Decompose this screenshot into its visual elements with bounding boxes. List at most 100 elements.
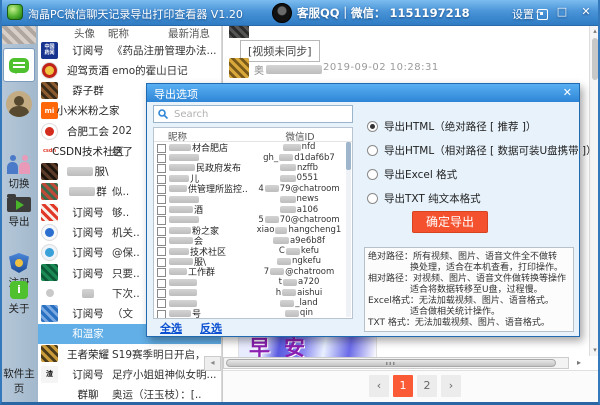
redacted-text bbox=[279, 174, 296, 182]
export-option-3[interactable]: 导出Excel 格式 bbox=[367, 167, 457, 182]
invert-selection-link[interactable]: 反选 bbox=[200, 320, 222, 336]
about-label: 关于 bbox=[8, 303, 30, 315]
contact-row[interactable]: 群聊 奥运（汪玉枝）：[.. bbox=[38, 385, 221, 405]
dialog-close-button[interactable]: ✕ bbox=[563, 86, 572, 99]
page-next-button[interactable]: › bbox=[441, 375, 461, 397]
export-table-row[interactable]: 供管理所监控.. 4 79@chatroom bbox=[154, 184, 352, 195]
export-table-row[interactable]: 工作群 7 @chatroom bbox=[154, 266, 352, 278]
sidebar-item-export[interactable]: 导出 bbox=[0, 194, 38, 229]
row-checkbox[interactable] bbox=[157, 143, 166, 153]
row-wechat-id: xiao hangcheng1 bbox=[256, 225, 342, 236]
dialog-header[interactable]: 导出选项 ✕ bbox=[147, 84, 579, 102]
redacted-text bbox=[279, 154, 294, 162]
minimize-button[interactable]: – bbox=[530, 5, 546, 19]
row-checkbox[interactable] bbox=[157, 299, 166, 309]
row-checkbox[interactable] bbox=[157, 226, 166, 236]
list-scroll-arrow[interactable]: ◂ bbox=[204, 356, 221, 371]
scroll-up-icon[interactable]: ▴ bbox=[590, 27, 600, 35]
contact-row[interactable]: 中国药闻 订阅号 《药品注册管理办法... bbox=[38, 40, 221, 60]
export-contacts-table: 昵称 微信ID 材合肥店 nfd gh_ d1daf6b7 民政府发布 nzffb 儿 055… bbox=[153, 127, 353, 319]
row-wechat-id: 7 @chatroom bbox=[263, 266, 335, 277]
table-scrollbar[interactable] bbox=[346, 142, 351, 317]
redacted-text bbox=[169, 257, 193, 265]
radio-icon[interactable] bbox=[367, 169, 378, 180]
row-nickname: 号 bbox=[169, 307, 251, 318]
redacted-text bbox=[169, 247, 189, 255]
row-checkbox[interactable] bbox=[157, 195, 166, 205]
row-checkbox[interactable] bbox=[157, 237, 166, 247]
wechat-chat-icon bbox=[9, 57, 29, 74]
contact-row[interactable]: 王者荣耀 S19赛季明日开启，... bbox=[38, 344, 221, 364]
row-checkbox[interactable] bbox=[157, 174, 166, 184]
row-checkbox[interactable] bbox=[157, 288, 166, 298]
sidebar-item-switch[interactable]: 切换 bbox=[0, 155, 38, 191]
select-all-link[interactable]: 全选 bbox=[160, 320, 182, 336]
column-latest-message: 最新消息 bbox=[168, 28, 210, 40]
row-checkbox[interactable] bbox=[157, 257, 166, 267]
vertical-scrollbar[interactable]: ▴ ▾ bbox=[589, 25, 600, 356]
contact-name: 订阅号 bbox=[72, 267, 104, 280]
contact-row[interactable]: 迎驾贡酒 emo的霍山日记 bbox=[38, 60, 221, 80]
page-1-button[interactable]: 1 bbox=[393, 375, 413, 397]
horizontal-scrollbar[interactable] bbox=[223, 357, 569, 369]
contact-name: 服\ bbox=[56, 164, 120, 179]
search-box[interactable] bbox=[153, 105, 353, 123]
redacted-text bbox=[169, 143, 191, 151]
search-input[interactable] bbox=[172, 107, 348, 121]
sidebar-item-contacts[interactable] bbox=[6, 91, 32, 117]
row-checkbox[interactable] bbox=[157, 278, 166, 288]
row-wechat-id: qin bbox=[251, 308, 347, 318]
row-checkbox[interactable] bbox=[157, 153, 166, 163]
row-checkbox[interactable] bbox=[157, 247, 166, 257]
table-rows: 材合肥店 nfd gh_ d1daf6b7 民政府发布 nzffb 儿 0551 供管理所监控.… bbox=[154, 142, 352, 318]
redacted-text bbox=[169, 268, 187, 276]
row-checkbox[interactable] bbox=[157, 185, 166, 195]
support-contact: 客服QQ｜微信： 1151197218 bbox=[272, 3, 470, 23]
redacted-text bbox=[279, 164, 296, 172]
radio-icon[interactable] bbox=[367, 145, 378, 156]
confirm-export-button[interactable]: 确定导出 bbox=[412, 211, 488, 233]
redacted-text bbox=[276, 257, 291, 265]
contact-name: 小米米粉之家 bbox=[56, 105, 120, 118]
scrollbar-thumb[interactable] bbox=[592, 38, 598, 80]
export-option-2[interactable]: 导出HTML（相对路径 [ 数据可装U盘携带 ]） bbox=[367, 143, 597, 158]
export-table-row[interactable]: 号 qin bbox=[154, 308, 352, 318]
export-table-row[interactable]: 材合肥店 nfd bbox=[154, 142, 352, 154]
row-wechat-id: Ckefu bbox=[278, 246, 320, 257]
sidebar-item-wechat[interactable] bbox=[3, 48, 35, 82]
option-label: 导出Excel 格式 bbox=[384, 169, 458, 181]
note-line: 适合将数据转移至U盘，过程慢。 bbox=[410, 285, 543, 295]
redacted-text bbox=[284, 309, 299, 317]
row-checkbox[interactable] bbox=[157, 216, 166, 226]
avatar bbox=[229, 25, 249, 38]
scrollbar-thumb[interactable] bbox=[226, 359, 556, 367]
close-button[interactable]: ✕ bbox=[578, 5, 594, 19]
sidebar: 切换 导出 注册 i 关于 软件主页 bbox=[0, 25, 38, 405]
about-icon: i bbox=[10, 281, 28, 299]
sidebar-item-homepage[interactable]: 软件主页 bbox=[0, 366, 38, 396]
row-checkbox[interactable] bbox=[157, 164, 166, 174]
export-table-row[interactable]: h aishui bbox=[154, 287, 352, 298]
row-wechat-id: ngkefu bbox=[251, 256, 347, 266]
scroll-down-icon[interactable]: ▾ bbox=[590, 346, 600, 354]
row-checkbox[interactable] bbox=[157, 268, 166, 278]
export-label: 导出 bbox=[8, 216, 30, 228]
dialog-title: 导出选项 bbox=[154, 88, 198, 101]
row-checkbox[interactable] bbox=[157, 309, 166, 318]
export-table-row[interactable]: 酒 a106 bbox=[154, 204, 352, 216]
contact-row[interactable]: 渣订阅号 足疗小姐姐神似女明... bbox=[38, 364, 221, 384]
export-option-1[interactable]: 导出HTML（绝对路径 [ 推荐 ]） bbox=[367, 119, 536, 134]
row-checkbox[interactable] bbox=[157, 205, 166, 215]
radio-icon[interactable] bbox=[367, 193, 378, 204]
page-2-button[interactable]: 2 bbox=[417, 375, 437, 397]
scrollbar-thumb[interactable] bbox=[346, 142, 351, 170]
export-table-row[interactable]: t a720 bbox=[154, 277, 352, 288]
sidebar-item-about[interactable]: i 关于 bbox=[0, 281, 38, 316]
maximize-button[interactable]: □ bbox=[554, 5, 570, 19]
redacted-text bbox=[169, 206, 193, 214]
scroll-right-arrow[interactable]: ▸ bbox=[573, 358, 585, 368]
contact-name: 和温家 bbox=[72, 328, 104, 341]
radio-icon[interactable] bbox=[367, 121, 378, 132]
export-option-4[interactable]: 导出TXT 纯文本格式 bbox=[367, 191, 481, 206]
page-prev-button[interactable]: ‹ bbox=[369, 375, 389, 397]
